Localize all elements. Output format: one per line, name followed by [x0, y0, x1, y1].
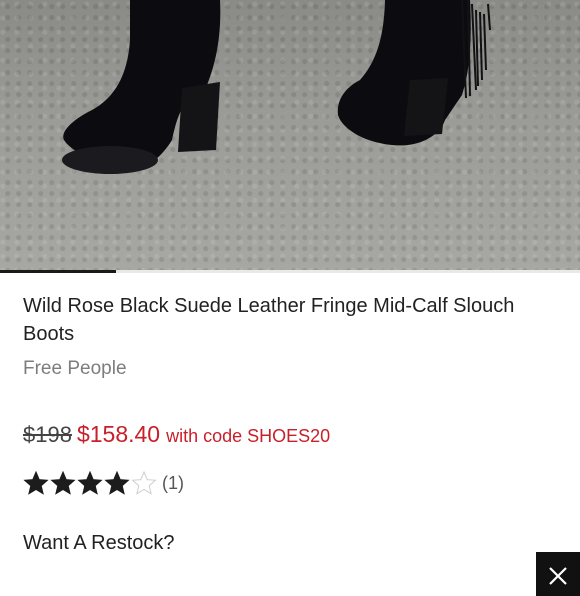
star-empty-icon: [131, 470, 157, 495]
restock-prompt[interactable]: Want A Restock?: [23, 532, 175, 555]
rating-count: (1): [162, 472, 184, 493]
product-brand[interactable]: Free People: [23, 358, 127, 380]
right-boot-shaft: [337, 0, 471, 146]
star-filled-icon: [104, 470, 130, 495]
close-icon: [549, 567, 567, 585]
rating-row[interactable]: (1): [23, 468, 184, 498]
product-title: Wild Rose Black Suede Leather Fringe Mid…: [23, 295, 515, 345]
promo-code-text: with code SHOES20: [166, 426, 331, 446]
left-boot-toe: [62, 146, 158, 174]
right-boot-heel: [404, 78, 448, 136]
price-row: $198 $158.40 with code SHOES20: [23, 421, 330, 451]
star-filled-icon: [77, 470, 103, 495]
product-image[interactable]: [0, 0, 580, 270]
boots-photo: [62, 0, 491, 174]
original-price: $198: [23, 422, 72, 447]
star-filled-icon: [23, 470, 49, 495]
left-boot-heel: [178, 82, 220, 152]
sale-price: $158.40: [76, 421, 161, 447]
gallery-progress-track: [0, 270, 580, 273]
star-filled-icon: [50, 470, 76, 495]
close-button[interactable]: [536, 552, 580, 596]
gallery-progress-fill: [0, 270, 116, 273]
